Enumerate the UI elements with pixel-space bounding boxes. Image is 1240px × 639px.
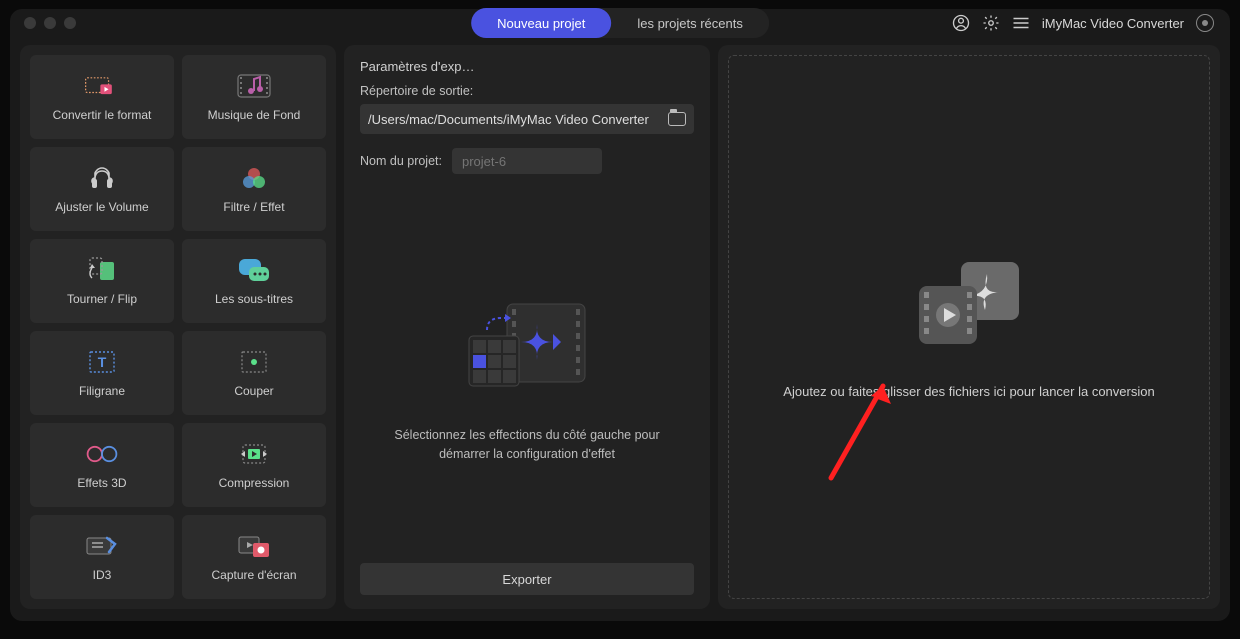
convert-format-icon	[84, 72, 120, 100]
tool-compression[interactable]: Compression	[182, 423, 326, 507]
tool-label: Filtre / Effet	[223, 200, 284, 214]
tool-adjust-volume[interactable]: Ajuster le Volume	[30, 147, 174, 231]
watermark-icon: T	[84, 348, 120, 376]
settings-gear-icon[interactable]	[982, 14, 1000, 32]
tool-label: Effets 3D	[77, 476, 126, 490]
drop-zone-hint: Ajoutez ou faites glisser des fichiers i…	[753, 384, 1184, 399]
svg-text:T: T	[98, 354, 107, 370]
account-icon[interactable]	[952, 14, 970, 32]
tool-label: Compression	[219, 476, 290, 490]
effects-3d-icon	[84, 440, 120, 468]
tool-label: Capture d'écran	[211, 568, 296, 582]
annotation-arrow-icon	[821, 368, 901, 488]
tool-watermark[interactable]: T Filigrane	[30, 331, 174, 415]
tool-label: Couper	[234, 384, 273, 398]
export-settings-title: Paramètres d'exp…	[360, 59, 694, 74]
drop-panel: Ajoutez ou faites glisser des fichiers i…	[718, 45, 1220, 609]
tool-convert-format[interactable]: Convertir le format	[30, 55, 174, 139]
tool-background-music[interactable]: Musique de Fond	[182, 55, 326, 139]
compression-icon	[236, 440, 272, 468]
tool-effects-3d[interactable]: Effets 3D	[30, 423, 174, 507]
window-controls	[24, 17, 76, 29]
subtitles-icon	[236, 256, 272, 284]
tab-recent-projects[interactable]: les projets récents	[611, 8, 769, 38]
effect-config-hint: Sélectionnez les effections du côté gauc…	[360, 426, 694, 464]
background-music-icon	[236, 72, 272, 100]
main-area: Convertir le format Musique de Fond Ajus…	[10, 37, 1230, 621]
header-tabs: Nouveau projet les projets récents	[471, 8, 769, 38]
tab-new-project[interactable]: Nouveau projet	[471, 8, 611, 38]
tool-label: Les sous-titres	[215, 292, 293, 306]
titlebar: Nouveau projet les projets récents iMyMa…	[10, 9, 1230, 37]
tool-rotate-flip[interactable]: Tourner / Flip	[30, 239, 174, 323]
id3-icon	[84, 532, 120, 560]
maximize-window-button[interactable]	[64, 17, 76, 29]
minimize-window-button[interactable]	[44, 17, 56, 29]
export-button[interactable]: Exporter	[360, 563, 694, 595]
tool-label: ID3	[93, 568, 112, 582]
project-name-row: Nom du projet:	[360, 148, 694, 174]
screenshot-icon	[236, 532, 272, 560]
effect-config-placeholder: Sélectionnez les effections du côté gauc…	[360, 194, 694, 563]
tool-grid-panel: Convertir le format Musique de Fond Ajus…	[20, 45, 336, 609]
app-title: iMyMac Video Converter	[1042, 16, 1184, 31]
filter-effect-icon	[236, 164, 272, 192]
header-right: iMyMac Video Converter	[952, 14, 1214, 32]
tool-cut[interactable]: Couper	[182, 331, 326, 415]
app-window: Nouveau projet les projets récents iMyMa…	[10, 9, 1230, 621]
tool-label: Ajuster le Volume	[55, 200, 148, 214]
output-dir-field-wrap	[360, 104, 694, 134]
adjust-volume-icon	[84, 164, 120, 192]
tool-label: Convertir le format	[53, 108, 152, 122]
project-name-input[interactable]	[452, 148, 602, 174]
tool-subtitles[interactable]: Les sous-titres	[182, 239, 326, 323]
rotate-flip-icon	[84, 256, 120, 284]
export-settings-panel: Paramètres d'exp… Répertoire de sortie: …	[344, 45, 710, 609]
project-name-label: Nom du projet:	[360, 154, 442, 168]
record-icon[interactable]	[1196, 14, 1214, 32]
menu-icon[interactable]	[1012, 14, 1030, 32]
tool-filter-effect[interactable]: Filtre / Effet	[182, 147, 326, 231]
browse-folder-icon[interactable]	[668, 110, 686, 128]
output-dir-label: Répertoire de sortie:	[360, 84, 694, 98]
effect-placeholder-illustration	[457, 294, 597, 404]
cut-icon	[236, 348, 272, 376]
tool-screenshot[interactable]: Capture d'écran	[182, 515, 326, 599]
file-drop-zone[interactable]: Ajoutez ou faites glisser des fichiers i…	[728, 55, 1210, 599]
tool-label: Musique de Fond	[208, 108, 301, 122]
close-window-button[interactable]	[24, 17, 36, 29]
drop-zone-illustration	[909, 256, 1029, 356]
tool-label: Tourner / Flip	[67, 292, 137, 306]
output-dir-input[interactable]	[368, 112, 668, 127]
tool-label: Filigrane	[79, 384, 125, 398]
tool-id3[interactable]: ID3	[30, 515, 174, 599]
